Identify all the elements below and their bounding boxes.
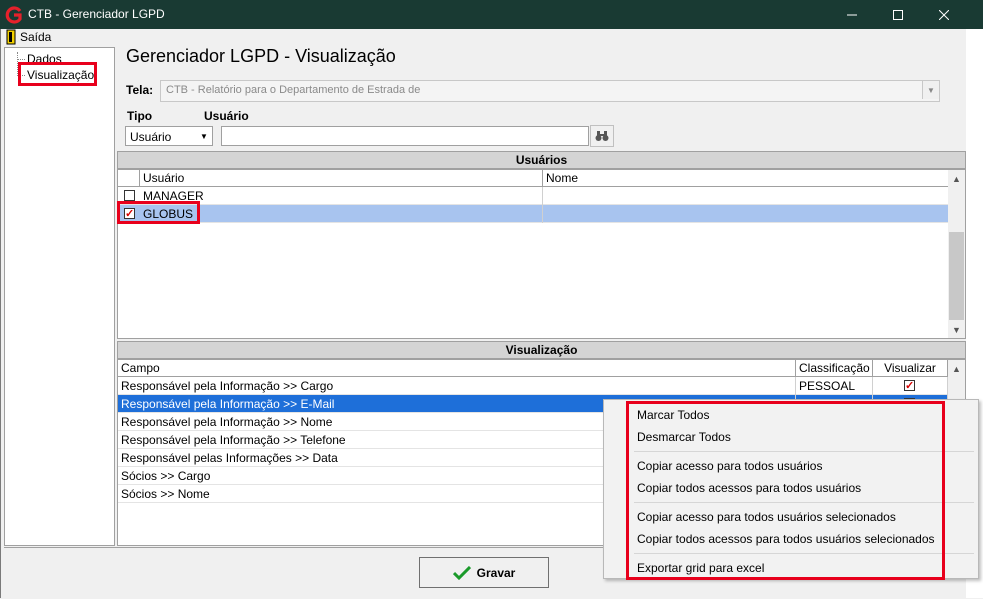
name-cell xyxy=(543,205,949,223)
chevron-down-icon: ▼ xyxy=(196,127,212,145)
users-grid-corner xyxy=(118,170,140,187)
close-icon xyxy=(939,9,949,20)
users-panel-header: Usuários xyxy=(117,151,966,169)
app-logo-icon xyxy=(5,6,22,24)
users-row-selected[interactable]: GLOBUS xyxy=(118,205,949,223)
type-select[interactable]: Usuário ▼ xyxy=(125,126,213,146)
minimize-icon xyxy=(847,14,857,15)
type-select-value: Usuário xyxy=(130,130,172,144)
view-col-campo[interactable]: Campo xyxy=(118,360,796,377)
user-cell: MANAGER xyxy=(140,187,543,205)
visible-checkbox-checked[interactable] xyxy=(904,377,915,395)
checkmark-icon xyxy=(452,565,471,580)
view-col-visualizar[interactable]: Visualizar xyxy=(873,360,948,377)
maximize-button[interactable] xyxy=(875,0,921,29)
navigation-tree: Dados Visualização xyxy=(4,47,115,546)
users-row[interactable]: MANAGER xyxy=(118,187,949,205)
exit-door-icon xyxy=(6,29,16,45)
screen-label: Tela: xyxy=(126,83,154,97)
users-col-usuario[interactable]: Usuário xyxy=(140,170,543,187)
close-button[interactable] xyxy=(921,0,967,29)
scrollbar-thumb[interactable] xyxy=(949,232,964,320)
save-button[interactable]: Gravar xyxy=(419,557,549,588)
chevron-down-icon: ▼ xyxy=(922,81,939,99)
save-button-label: Gravar xyxy=(476,565,516,580)
minimize-button[interactable] xyxy=(829,0,875,29)
search-button[interactable] xyxy=(590,125,614,147)
field-cell: Responsável pela Informação >> Cargo xyxy=(118,377,796,395)
screen-select-value: CTB - Relatório para o Departamento de E… xyxy=(166,84,421,96)
scroll-up-icon[interactable]: ▲ xyxy=(948,170,965,187)
scroll-down-icon[interactable]: ▼ xyxy=(948,321,965,338)
page-title: Gerenciador LGPD - Visualização xyxy=(126,46,396,66)
users-grid: Usuário Nome MANAGER GLOBUS ▲ ▼ xyxy=(117,169,966,339)
window-title: CTB - Gerenciador LGPD xyxy=(28,7,165,21)
visible-cell xyxy=(873,377,948,395)
highlight-box-tree xyxy=(18,62,97,86)
maximize-icon xyxy=(893,9,903,20)
name-cell xyxy=(543,187,949,205)
type-label: Tipo xyxy=(127,109,153,123)
exit-menu-item[interactable]: Saída xyxy=(20,30,51,44)
view-panel-header: Visualização xyxy=(117,341,966,359)
user-label: Usuário xyxy=(204,109,249,123)
menu-bar xyxy=(1,29,965,46)
highlight-box-menu xyxy=(626,401,945,580)
binoculars-icon xyxy=(595,131,609,141)
users-col-nome[interactable]: Nome xyxy=(543,170,949,187)
scroll-up-icon[interactable]: ▲ xyxy=(948,360,965,377)
highlight-box-user xyxy=(117,201,200,224)
user-cell: GLOBUS xyxy=(140,205,543,223)
view-col-classificacao[interactable]: Classificação xyxy=(796,360,873,377)
user-checkbox[interactable] xyxy=(124,190,135,201)
view-row[interactable]: Responsável pela Informação >> Cargo PES… xyxy=(118,377,948,395)
user-search-input[interactable] xyxy=(221,126,589,146)
screen-select[interactable]: CTB - Relatório para o Departamento de E… xyxy=(160,80,940,102)
users-scrollbar[interactable]: ▲ ▼ xyxy=(948,170,965,338)
classification-cell: PESSOAL xyxy=(796,377,873,395)
